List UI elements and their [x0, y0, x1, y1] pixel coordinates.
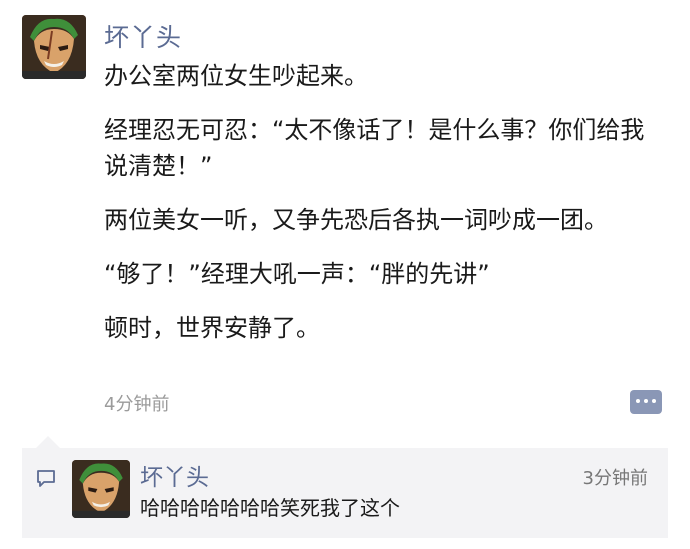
comment-section: 坏丫头 3分钟前 哈哈哈哈哈哈哈笑死我了这个 — [22, 436, 668, 538]
post-paragraph: “够了！”经理大吼一声：“胖的先讲” — [104, 260, 490, 288]
comment-icon — [37, 470, 55, 487]
comment-dots-icon[interactable] — [630, 390, 662, 414]
avatar-image — [22, 15, 86, 79]
post-paragraph: 两位美女一听，又争先恐后各执一词吵成一团。 — [104, 206, 608, 234]
author-avatar[interactable] — [22, 15, 86, 79]
post-paragraph: 经理忍无可忍：“太不像话了！是什么事？你们给我说清楚！” — [104, 116, 645, 180]
post-content: 办公室两位女生吵起来。 经理忍无可忍：“太不像话了！是什么事？你们给我说清楚！”… — [104, 58, 664, 346]
comment-text: 哈哈哈哈哈哈哈笑死我了这个 — [140, 496, 400, 520]
comment-author-name[interactable]: 坏丫头 — [140, 458, 209, 492]
avatar-image — [72, 460, 130, 518]
post-paragraph: 顿时，世界安静了。 — [104, 314, 320, 342]
author-name[interactable]: 坏丫头 — [104, 18, 182, 54]
comment-timestamp: 3分钟前 — [582, 468, 648, 489]
post-timestamp: 4分钟前 — [104, 394, 170, 415]
post-paragraph: 办公室两位女生吵起来。 — [104, 62, 368, 90]
comment-author-avatar[interactable] — [72, 460, 130, 518]
